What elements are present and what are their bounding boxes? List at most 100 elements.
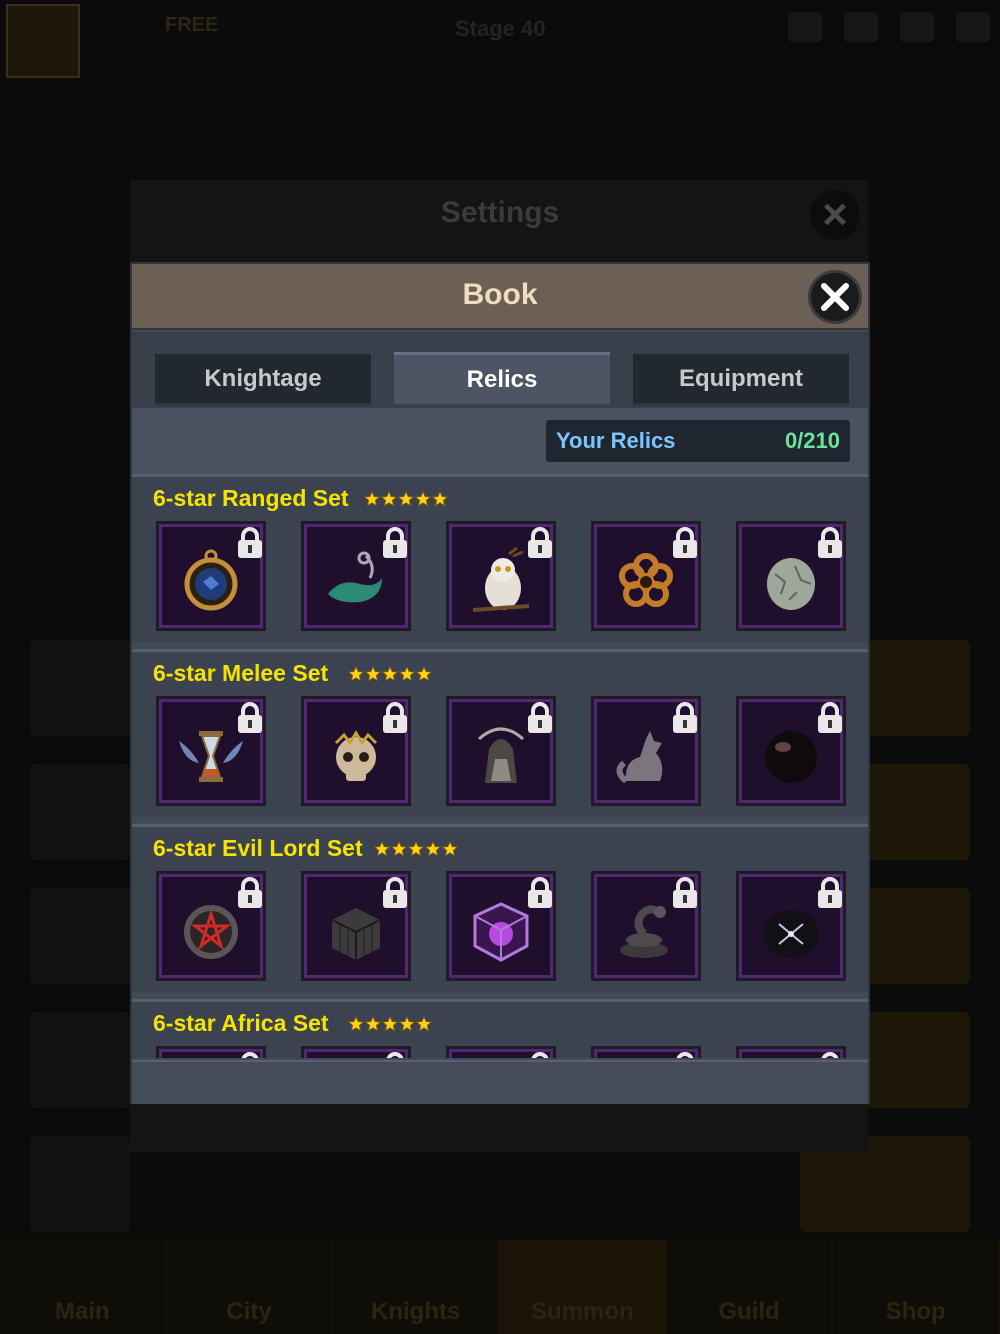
lock-icon — [383, 877, 407, 908]
relic-set: 6-star Ranged Set — [132, 474, 868, 642]
relic-slot[interactable] — [156, 696, 266, 806]
tab-equipment[interactable]: Equipment — [633, 354, 849, 406]
mail-icon — [900, 12, 934, 42]
lock-icon — [528, 877, 552, 908]
star-icon — [425, 841, 441, 857]
lock-icon — [818, 877, 842, 908]
star-icon — [365, 666, 381, 682]
relic-items — [156, 521, 856, 633]
close-button[interactable] — [808, 270, 862, 324]
relic-slot[interactable] — [446, 521, 556, 631]
relic-slot[interactable] — [446, 871, 556, 981]
star-icon — [382, 666, 398, 682]
star-rating — [364, 491, 448, 507]
star-rating — [348, 1016, 432, 1032]
your-relics-counter: Your Relics 0/210 — [546, 420, 850, 462]
nav-summon: Summon — [500, 1240, 667, 1334]
lock-icon — [383, 702, 407, 733]
relic-slot[interactable] — [736, 521, 846, 631]
relic-slot[interactable] — [736, 696, 846, 806]
lock-icon — [676, 1052, 694, 1058]
nav-knights: Knights — [333, 1240, 501, 1334]
relic-slot[interactable] — [736, 1046, 846, 1058]
lock-icon — [673, 877, 697, 908]
star-icon — [408, 841, 424, 857]
lock-icon — [818, 702, 842, 733]
lock-icon — [238, 527, 262, 558]
relic-slot[interactable] — [591, 696, 701, 806]
relics-summary-row: Your Relics 0/210 — [132, 408, 868, 476]
gear-icon — [956, 12, 990, 42]
relic-slot[interactable] — [156, 1046, 266, 1058]
lock-icon — [238, 702, 262, 733]
book-tabs: Knightage Relics Equipment — [132, 332, 868, 408]
book-dialog: Book Knightage Relics Equipment Your Rel… — [130, 262, 870, 1104]
lock-icon — [383, 527, 407, 558]
relic-set: 6-star Africa Set — [132, 999, 868, 1058]
lock-icon — [528, 702, 552, 733]
free-label: FREE — [165, 14, 219, 36]
relic-slot[interactable] — [446, 696, 556, 806]
star-icon — [398, 491, 414, 507]
tab-relics[interactable]: Relics — [394, 352, 610, 404]
tab-knightage[interactable]: Knightage — [155, 354, 371, 406]
set-title: 6-star Africa Set — [153, 1010, 329, 1036]
star-icon — [416, 1016, 432, 1032]
lock-icon — [673, 702, 697, 733]
relic-slot[interactable] — [156, 871, 266, 981]
relic-set: 6-star Melee Set — [132, 649, 868, 817]
star-icon — [432, 491, 448, 507]
set-title: 6-star Ranged Set — [153, 485, 349, 511]
relic-slot[interactable] — [156, 521, 266, 631]
star-icon — [365, 1016, 381, 1032]
menu-icon — [788, 12, 822, 42]
star-icon — [399, 666, 415, 682]
top-bar: FREE Stage 40 — [0, 0, 1000, 80]
close-icon — [821, 283, 849, 311]
star-icon — [374, 841, 390, 857]
nav-city: City — [167, 1240, 334, 1334]
lock-icon — [818, 527, 842, 558]
lock-icon — [386, 1052, 404, 1058]
lock-icon — [821, 1052, 839, 1058]
star-icon — [348, 666, 364, 682]
star-icon — [399, 1016, 415, 1032]
star-icon — [391, 841, 407, 857]
relic-slot[interactable] — [301, 871, 411, 981]
nav-shop: Shop — [833, 1240, 1000, 1334]
relic-slot[interactable] — [591, 1046, 701, 1058]
star-icon — [416, 666, 432, 682]
set-title: 6-star Melee Set — [153, 660, 329, 686]
lock-icon — [528, 527, 552, 558]
relic-set: 6-star Evil Lord Set — [132, 824, 868, 992]
relic-sets-list[interactable]: 6-star Ranged Set 6-star Melee Set 6-sta… — [132, 474, 868, 1058]
nav-guild: Guild — [667, 1240, 834, 1334]
star-icon — [382, 1016, 398, 1032]
relic-slot[interactable] — [591, 871, 701, 981]
chat-icon — [844, 12, 878, 42]
star-rating — [374, 841, 458, 857]
relic-slot[interactable] — [301, 521, 411, 631]
relic-slot[interactable] — [301, 1046, 411, 1058]
player-avatar — [6, 4, 80, 78]
relic-slot[interactable] — [301, 696, 411, 806]
your-relics-label: Your Relics — [556, 428, 676, 453]
relic-slot[interactable] — [736, 871, 846, 981]
star-icon — [381, 491, 397, 507]
book-header: Book — [132, 264, 868, 330]
relic-items — [156, 696, 856, 808]
relic-slot[interactable] — [591, 521, 701, 631]
stage-label: Stage 40 — [455, 16, 546, 41]
bottom-nav: Main City Knights Summon Guild Shop — [0, 1240, 1000, 1334]
lock-icon — [673, 527, 697, 558]
star-icon — [442, 841, 458, 857]
relic-items — [156, 1046, 856, 1058]
top-menu-icons — [788, 12, 990, 42]
relic-slot[interactable] — [446, 1046, 556, 1058]
lock-icon — [531, 1052, 549, 1058]
settings-close-button: × — [810, 190, 860, 240]
book-title: Book — [462, 278, 538, 311]
lock-icon — [241, 1052, 259, 1058]
set-title: 6-star Evil Lord Set — [153, 835, 363, 861]
book-footer — [132, 1060, 868, 1104]
